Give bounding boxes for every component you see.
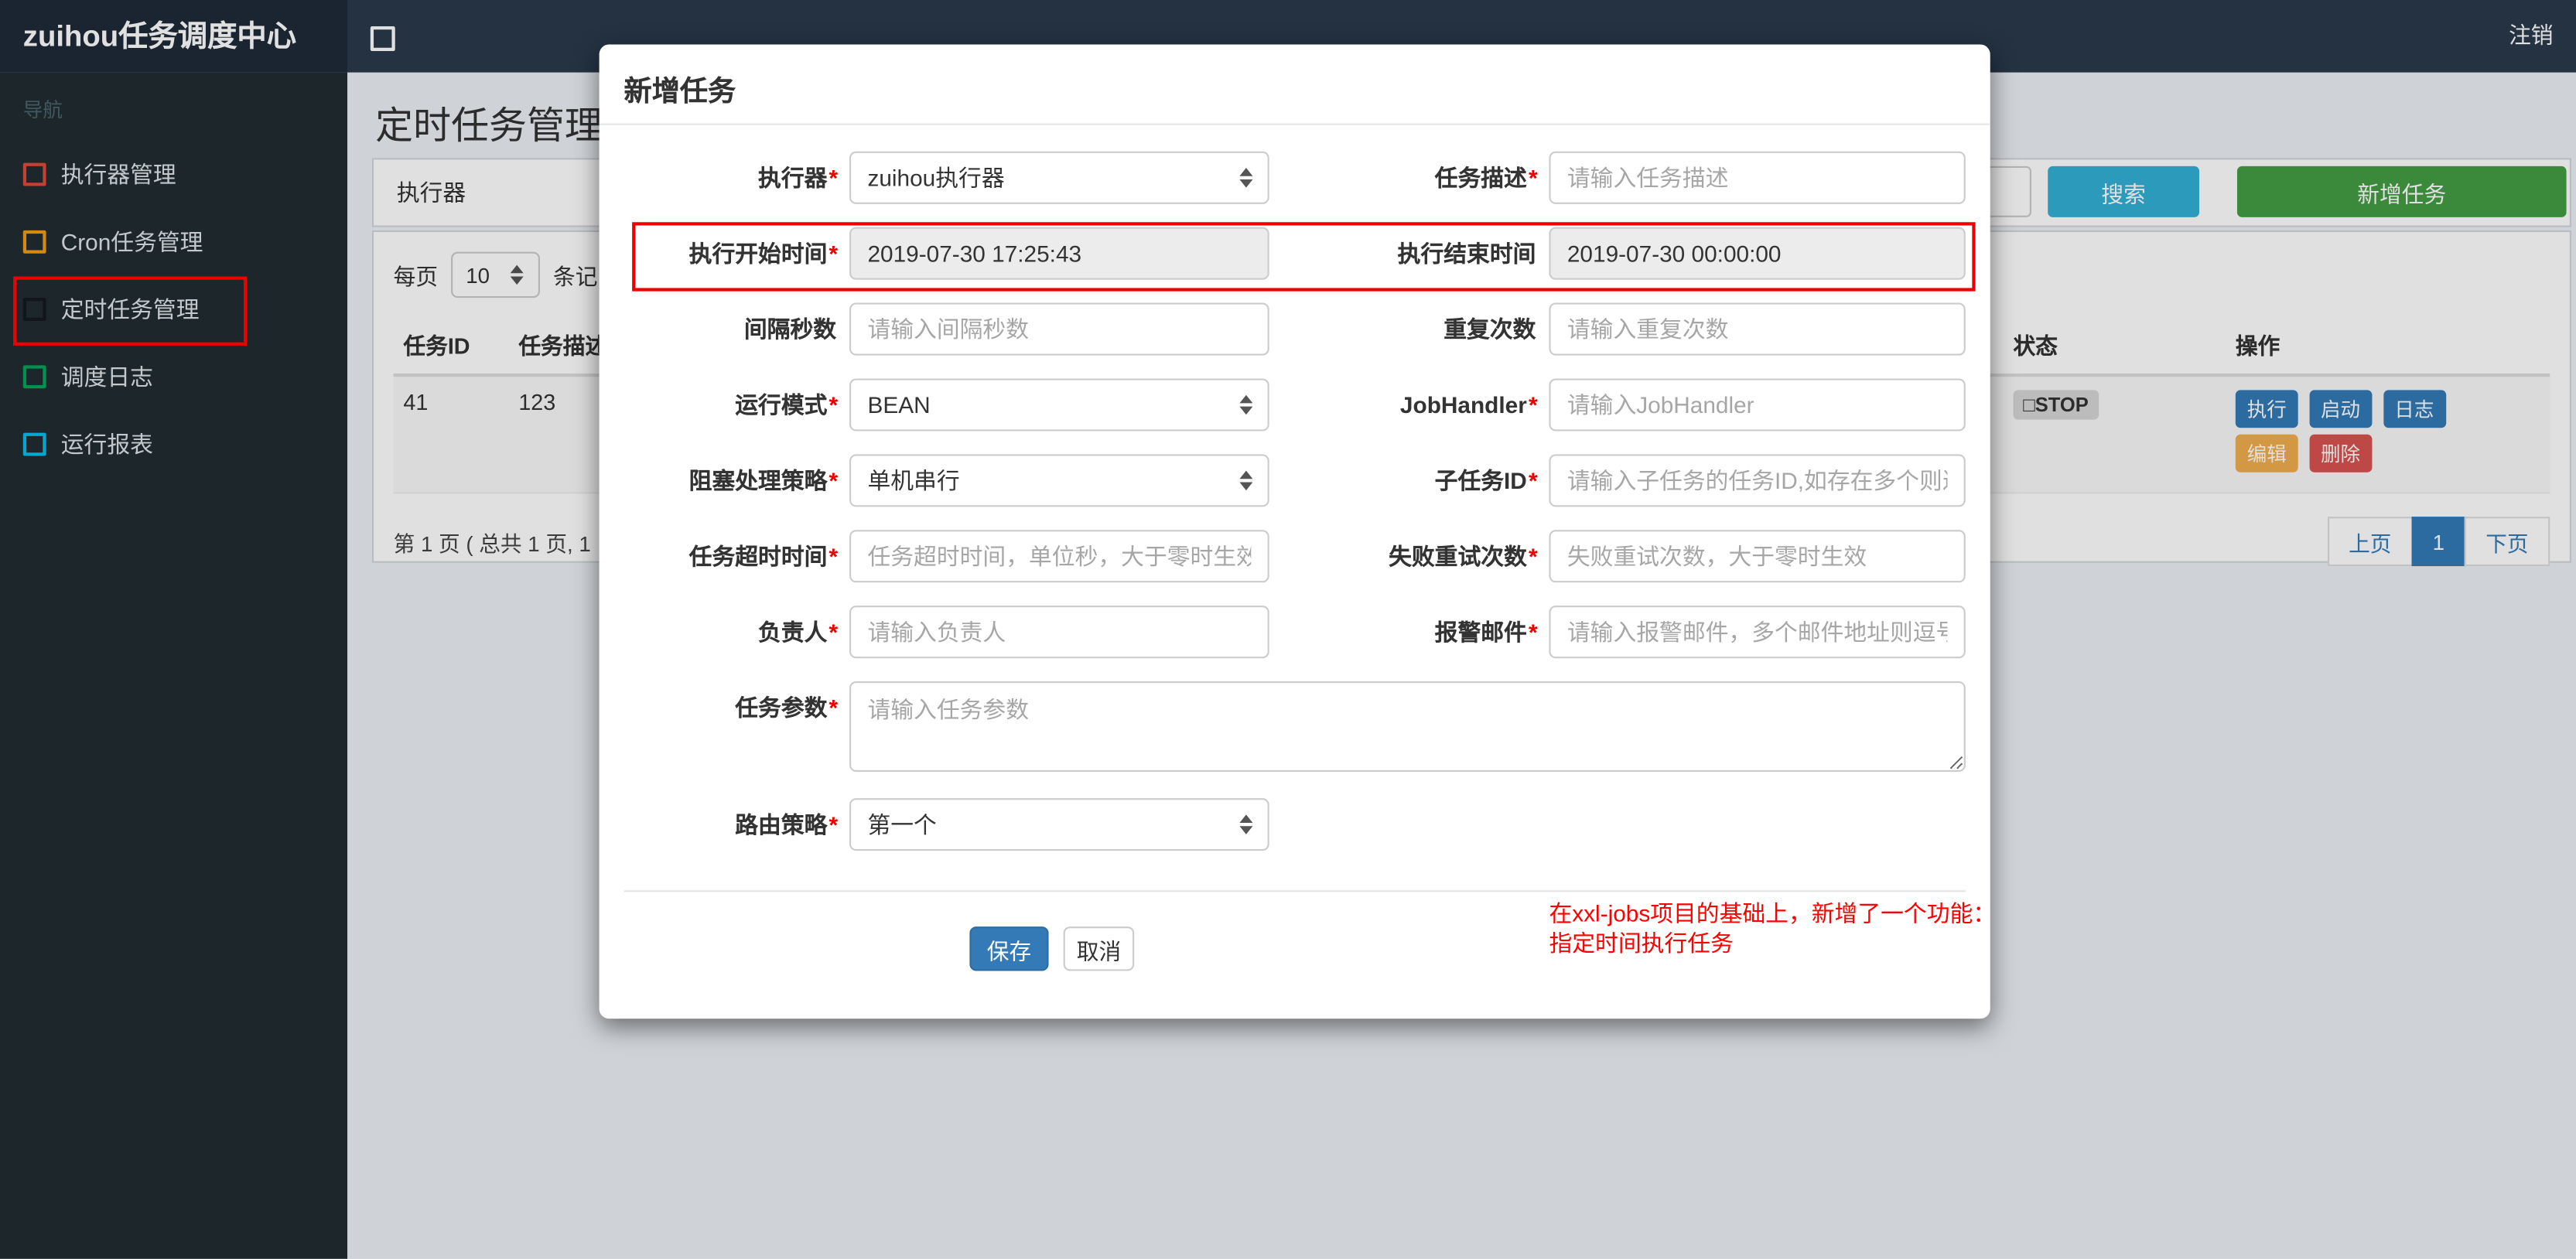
select-arrows-icon	[1239, 168, 1253, 188]
form-row: 阻塞处理策略 * 单机串行 子任务ID *	[624, 454, 1966, 507]
run-mode-label: 运行模式 *	[735, 391, 839, 418]
executor-label: 执行器 *	[758, 164, 839, 191]
route-strategy-label: 路由策略 *	[735, 811, 839, 838]
job-desc-label: 任务描述 *	[1434, 164, 1538, 191]
select-arrows-icon	[1239, 470, 1253, 491]
block-strategy-select[interactable]: 单机串行	[849, 454, 1269, 507]
alarm-email-label: 报警邮件 *	[1434, 619, 1538, 646]
timeout-label: 任务超时时间 *	[688, 543, 839, 570]
child-job-id-label: 子任务ID *	[1434, 467, 1538, 494]
add-task-modal: 新增任务 执行器* zuihou执行器 任务描述* 执行开始时间* 执行结束时间	[599, 44, 1996, 1019]
interval-input[interactable]	[849, 302, 1269, 356]
owner-label: 负责人 *	[758, 619, 839, 646]
run-mode-select-value: BEAN	[867, 391, 931, 418]
fail-retry-label: 失败重试次数 *	[1389, 543, 1538, 570]
feature-note: 在xxl-jobs项目的基础上，新增了一个功能： 指定时间执行任务	[1549, 899, 1996, 958]
executor-select-value: zuihou执行器	[867, 164, 1005, 191]
executor-select[interactable]: zuihou执行器	[849, 151, 1269, 204]
route-strategy-select-value: 第一个	[867, 811, 937, 838]
start-time-label: 执行开始时间 *	[688, 240, 839, 267]
repeat-count-input[interactable]	[1549, 302, 1966, 356]
form-row: 执行器 * zuihou执行器 任务描述 *	[624, 151, 1966, 204]
start-time-input[interactable]	[849, 227, 1269, 280]
job-desc-input[interactable]	[1549, 151, 1966, 204]
feature-note-line1: 在xxl-jobs项目的基础上，新增了一个功能：	[1549, 900, 1997, 927]
route-strategy-select[interactable]: 第一个	[849, 798, 1269, 851]
job-param-textarea[interactable]	[849, 681, 1966, 773]
form-row: 负责人* 报警邮件*	[624, 606, 1966, 659]
job-handler-label: JobHandler *	[1399, 391, 1538, 418]
interval-label: 间隔秒数	[743, 316, 837, 343]
end-time-label: 执行结束时间	[1397, 240, 1536, 267]
feature-note-line2: 指定时间执行任务	[1549, 930, 1734, 957]
alarm-email-input[interactable]	[1549, 606, 1966, 659]
form-row: 间隔秒数 重复次数	[624, 302, 1966, 356]
run-mode-select[interactable]: BEAN	[849, 378, 1269, 432]
form-row: 运行模式 * BEAN JobHandler *	[624, 378, 1966, 432]
form-row: 执行开始时间* 执行结束时间	[624, 227, 1966, 280]
end-time-input[interactable]	[1549, 227, 1966, 280]
timeout-input[interactable]	[849, 530, 1269, 583]
select-arrows-icon	[1239, 394, 1253, 415]
save-button[interactable]: 保存	[969, 926, 1049, 971]
block-strategy-label: 阻塞处理策略 *	[688, 467, 839, 494]
modal-divider	[624, 890, 1966, 892]
child-job-id-input[interactable]	[1549, 454, 1966, 507]
form-row: 任务参数 *	[624, 681, 1966, 773]
job-handler-input[interactable]	[1549, 378, 1966, 432]
job-param-label: 任务参数 *	[735, 694, 839, 722]
cancel-button[interactable]: 取消	[1063, 926, 1135, 971]
fail-retry-input[interactable]	[1549, 530, 1966, 583]
app-window: zuihou任务调度中心 注销 导航 执行器管理 Cron任务管理 定时任务管理…	[0, 0, 2576, 1259]
owner-input[interactable]	[849, 606, 1269, 659]
modal-body: 执行器* zuihou执行器 任务描述* 执行开始时间* 执行结束时间 间隔秒数	[600, 125, 1996, 971]
select-arrows-icon	[1239, 814, 1253, 834]
form-row: 任务超时时间* 失败重试次数*	[624, 530, 1966, 583]
modal-title: 新增任务	[624, 75, 736, 107]
block-strategy-select-value: 单机串行	[867, 467, 960, 494]
repeat-count-label: 重复次数	[1443, 316, 1536, 343]
form-row: 路由策略 * 第一个	[624, 798, 1966, 851]
modal-header: 新增任务	[599, 44, 1990, 125]
